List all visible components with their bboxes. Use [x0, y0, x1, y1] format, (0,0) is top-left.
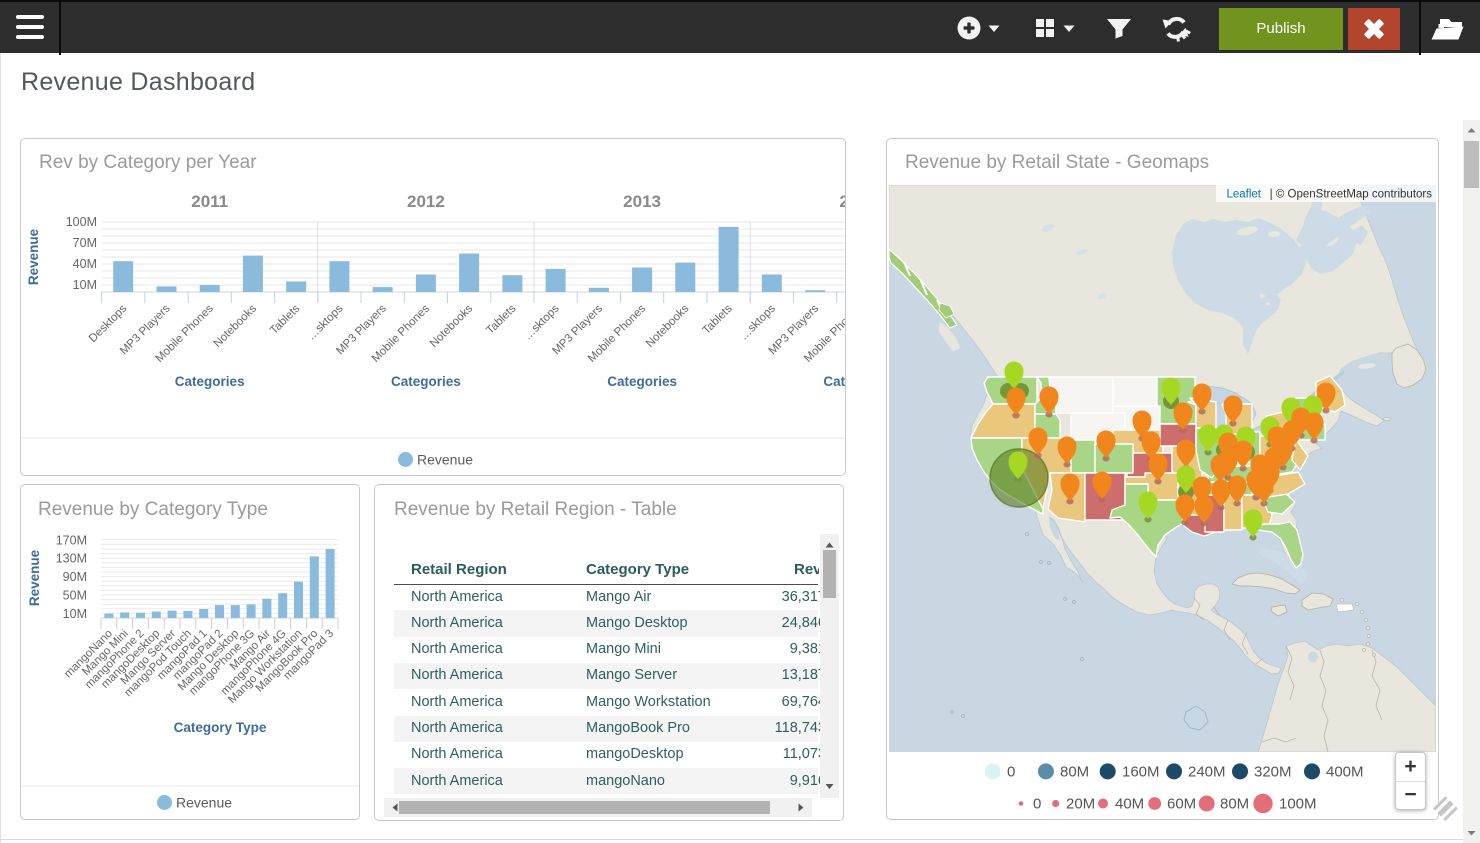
svg-text:100M: 100M: [66, 215, 97, 229]
svg-text:40M: 40M: [73, 257, 97, 271]
svg-text:…sktops: …sktops: [305, 302, 345, 342]
svg-text:2013: 2013: [623, 192, 661, 211]
svg-text:10M: 10M: [73, 278, 97, 292]
svg-text:40M: 40M: [1115, 796, 1144, 813]
svg-text:Revenue: Revenue: [27, 549, 42, 606]
svg-text:…sktops: …sktops: [522, 302, 562, 342]
svg-text:320M: 320M: [1254, 763, 1292, 780]
svg-text:90M: 90M: [63, 570, 87, 584]
svg-text:Revenue: Revenue: [417, 452, 473, 468]
svg-text:Desktops: Desktops: [87, 302, 130, 345]
svg-text:240M: 240M: [1188, 763, 1226, 780]
svg-text:Tablets: Tablets: [700, 302, 734, 336]
svg-text:Notebooks: Notebooks: [644, 302, 692, 350]
svg-text:60M: 60M: [1167, 796, 1196, 813]
svg-text:Categories: Categories: [391, 374, 461, 389]
svg-text:80M: 80M: [1220, 796, 1249, 813]
svg-text:Category Type: Category Type: [174, 720, 267, 735]
svg-text:Categories: Categories: [607, 374, 677, 389]
svg-text:Revenue: Revenue: [176, 795, 232, 811]
svg-text:Tablets: Tablets: [268, 302, 302, 336]
svg-text:10M: 10M: [63, 607, 87, 621]
svg-text:20M: 20M: [1066, 796, 1095, 813]
svg-text:| © OpenStreetMap contributors: | © OpenStreetMap contributors: [1270, 189, 1433, 201]
svg-text:Tablets: Tablets: [484, 302, 518, 336]
svg-text:Categories: Categories: [175, 374, 245, 389]
svg-text:80M: 80M: [1060, 763, 1089, 780]
svg-text:50M: 50M: [63, 589, 87, 603]
svg-text:160M: 160M: [1122, 763, 1160, 780]
svg-text:0: 0: [1007, 763, 1015, 780]
svg-text:Categories: Categories: [823, 374, 845, 389]
svg-text:Revenue: Revenue: [26, 228, 41, 285]
svg-text:70M: 70M: [73, 236, 97, 250]
svg-text:0: 0: [1033, 796, 1041, 813]
svg-text:170M: 170M: [56, 533, 87, 547]
svg-text:2011: 2011: [191, 192, 228, 211]
svg-text:100M: 100M: [1279, 796, 1317, 813]
svg-text:Notebooks: Notebooks: [428, 302, 476, 350]
svg-text:130M: 130M: [56, 552, 87, 566]
svg-text:…sktops: …sktops: [738, 302, 778, 342]
svg-text:400M: 400M: [1326, 763, 1364, 780]
svg-text:2014: 2014: [839, 192, 845, 211]
svg-text:Notebooks: Notebooks: [212, 302, 260, 350]
svg-text:2012: 2012: [407, 192, 445, 211]
svg-text:Leaflet: Leaflet: [1226, 189, 1261, 201]
